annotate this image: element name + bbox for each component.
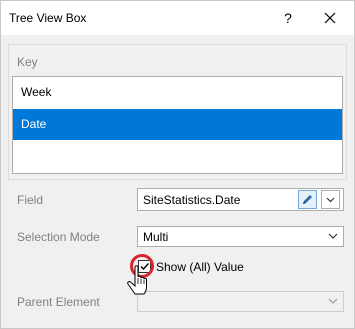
edit-field-button[interactable] <box>298 190 317 209</box>
chevron-down-icon <box>328 298 338 304</box>
list-item-date[interactable]: Date <box>13 109 342 140</box>
selection-mode-value: Multi <box>143 230 169 244</box>
key-label: Key <box>17 55 38 69</box>
selection-mode-label: Selection Mode <box>17 230 100 244</box>
chevron-down-icon <box>328 233 338 239</box>
key-listbox[interactable]: Week Date <box>12 76 343 174</box>
show-all-label: Show (All) Value <box>156 260 244 274</box>
chevron-down-icon <box>326 197 335 203</box>
cursor-icon <box>127 265 147 295</box>
list-item-week[interactable]: Week <box>13 77 342 108</box>
dialog-title: Tree View Box <box>9 11 87 25</box>
selection-mode-select[interactable]: Multi <box>137 226 344 247</box>
close-icon <box>324 12 336 24</box>
list-item-empty[interactable] <box>13 141 342 172</box>
field-input[interactable]: SiteStatistics.Date <box>137 188 344 211</box>
field-value: SiteStatistics.Date <box>143 193 241 207</box>
field-label: Field <box>17 193 44 207</box>
pencil-icon <box>303 195 312 204</box>
field-dropdown-button[interactable] <box>321 190 340 209</box>
parent-element-label: Parent Element <box>17 295 100 309</box>
close-button[interactable] <box>319 7 341 29</box>
title-bar: Tree View Box ? <box>1 1 354 35</box>
parent-element-select[interactable] <box>137 291 344 312</box>
help-button[interactable]: ? <box>279 7 297 29</box>
